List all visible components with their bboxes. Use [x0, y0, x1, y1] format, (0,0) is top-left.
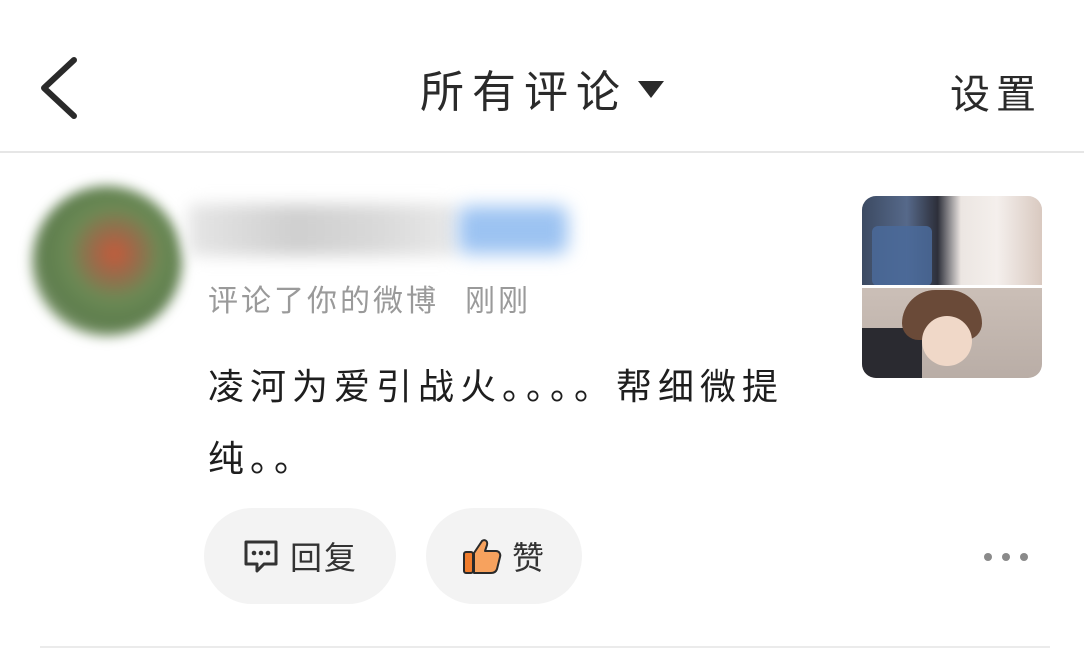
- divider: [40, 646, 1050, 648]
- reply-button[interactable]: 回复: [204, 508, 396, 604]
- thumbnail-figure: [872, 226, 932, 286]
- user-badge-blur-block: [458, 206, 568, 254]
- like-label: 赞: [511, 539, 546, 577]
- more-dot: [1002, 553, 1010, 561]
- thumbnail-image-top: [862, 196, 1042, 286]
- more-horizontal-icon: [984, 553, 992, 561]
- more-options-button[interactable]: [984, 540, 1028, 574]
- username-blurred[interactable]: [178, 196, 578, 270]
- comment-action-text: 评论了你的微博: [208, 284, 439, 319]
- username-blur-block: [188, 204, 458, 256]
- page-title: 所有评论: [420, 67, 628, 118]
- avatar[interactable]: [32, 186, 182, 336]
- comment-meta: 评论了你的微博 刚刚: [208, 276, 531, 320]
- thumbnail-face: [922, 316, 972, 366]
- settings-button[interactable]: 设置: [950, 62, 1042, 120]
- comments-screen: 所有评论 设置 评论了你的微博 刚刚 凌河为爱引战火。。。。帮细微提纯。。 回复…: [0, 0, 1084, 665]
- comment-bubble-icon: [244, 540, 278, 573]
- comment-content[interactable]: 凌河为爱引战火。。。。帮细微提纯。。: [208, 352, 808, 496]
- caret-down-icon: [638, 80, 664, 98]
- reply-label: 回复: [289, 539, 358, 577]
- more-dot: [1020, 553, 1028, 561]
- like-button[interactable]: 赞: [426, 508, 582, 604]
- post-thumbnail[interactable]: [862, 196, 1042, 378]
- thumbnail-image-bottom: [862, 288, 1042, 378]
- comment-timestamp: 刚刚: [465, 284, 531, 319]
- thumbs-up-icon: [462, 539, 502, 574]
- top-nav-bar: 所有评论 设置: [0, 0, 1084, 153]
- comment-filter-dropdown[interactable]: 所有评论: [0, 56, 1084, 120]
